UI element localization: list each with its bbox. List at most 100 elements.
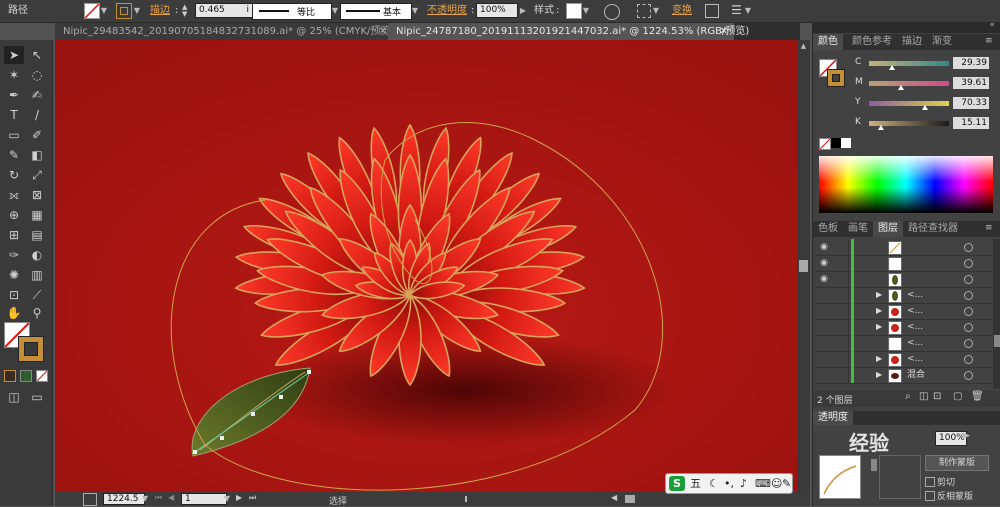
eye-icon[interactable] — [818, 369, 830, 381]
channel-value-field[interactable]: 39.61 — [953, 77, 989, 89]
channel-slider[interactable] — [869, 81, 949, 90]
slider-knob[interactable] — [898, 85, 904, 90]
status-menu-icon[interactable] — [465, 496, 467, 502]
mask-thumbnail[interactable] — [819, 455, 861, 499]
target-icon[interactable] — [964, 323, 973, 332]
opacity-label[interactable]: 不透明度 — [427, 3, 467, 19]
lock-toggle[interactable] — [834, 352, 849, 366]
target-icon[interactable] — [964, 275, 973, 284]
stroke-swatch[interactable] — [116, 3, 132, 19]
scale-tool-icon[interactable]: ⤢ — [27, 166, 47, 184]
chevron-down-icon[interactable]: ▼ — [133, 4, 141, 18]
collapse-icon[interactable]: « — [989, 20, 995, 30]
chevron-right-icon[interactable]: ▶ — [519, 4, 527, 18]
vertical-scrollbar[interactable]: ▲ — [797, 40, 810, 492]
layer-row[interactable]: ▶ <... — [816, 319, 992, 336]
layer-row[interactable]: ▶ <... — [816, 351, 992, 368]
last-page-icon[interactable]: ⏭ — [249, 493, 256, 503]
page-field[interactable]: 1 — [181, 493, 227, 505]
link-icon[interactable] — [871, 459, 877, 471]
transform-label[interactable]: 变换 — [672, 3, 692, 19]
rotate-tool-icon[interactable]: ↻ — [4, 166, 24, 184]
eye-icon[interactable] — [818, 337, 830, 349]
direct-selection-tool-icon[interactable]: ↖ — [27, 46, 47, 64]
type-tool-icon[interactable]: T — [4, 106, 24, 124]
perspective-grid-icon[interactable]: ▦ — [27, 206, 47, 224]
brush-dropdown[interactable]: 基本 — [340, 3, 412, 20]
width-tool-icon[interactable]: ⟗ — [4, 186, 24, 204]
stroke-label[interactable]: 描边 — [150, 3, 170, 19]
eye-icon[interactable] — [818, 305, 830, 317]
target-icon[interactable] — [964, 307, 973, 316]
artboard-canvas[interactable] — [55, 40, 797, 492]
isolate-icon[interactable] — [705, 4, 719, 18]
draw-mode-icon[interactable]: ◫ — [4, 388, 24, 406]
more-icon[interactable]: ☰ — [731, 3, 742, 17]
target-icon[interactable] — [964, 243, 973, 252]
white-swatch[interactable] — [841, 138, 851, 148]
channel-value-field[interactable]: 70.33 — [953, 97, 989, 109]
free-transform-icon[interactable]: ⊠ — [27, 186, 47, 204]
chevron-down-icon[interactable]: ▼ — [652, 4, 660, 18]
artboard-tool-icon[interactable]: ⊡ — [4, 286, 24, 304]
color-spectrum[interactable] — [819, 156, 993, 213]
mesh-tool-icon[interactable]: ⊞ — [4, 226, 24, 244]
lock-toggle[interactable] — [834, 368, 849, 382]
hand-tool-icon[interactable]: ✋ — [4, 304, 24, 322]
screen-mode-icon[interactable]: ▭ — [27, 388, 47, 406]
tab-layers[interactable]: 图层 — [873, 221, 903, 237]
clip-checkbox[interactable] — [925, 477, 935, 487]
eye-icon[interactable] — [818, 289, 830, 301]
target-icon[interactable] — [964, 339, 973, 348]
first-page-icon[interactable]: ⏮ — [155, 493, 162, 503]
layer-row[interactable]: ▶ <... — [816, 287, 992, 304]
symbol-sprayer-icon[interactable]: ✺ — [4, 266, 24, 284]
eraser-icon[interactable]: ◧ — [27, 146, 47, 164]
tab-color-guide[interactable]: 颜色参考 — [847, 34, 897, 50]
target-icon[interactable] — [964, 371, 973, 380]
chevron-down-icon[interactable]: ▼ — [100, 4, 108, 18]
align-icon[interactable] — [637, 4, 651, 18]
pencil-icon[interactable]: ✎ — [4, 146, 24, 164]
slice-tool-icon[interactable]: ⟋ — [27, 286, 47, 304]
expand-arrow-icon[interactable]: ▶ — [876, 367, 882, 383]
layer-row[interactable]: ◉ — [816, 255, 992, 272]
zoom-tool-icon[interactable]: ⚲ — [27, 304, 47, 322]
tab-document-2[interactable]: Nipic_24787180_20191113201921447032.ai* … — [388, 23, 749, 40]
blend-tool-icon[interactable]: ◐ — [27, 246, 47, 264]
chevron-down-icon[interactable]: ▼ — [582, 4, 590, 18]
eye-icon[interactable]: ◉ — [818, 273, 830, 285]
lock-toggle[interactable] — [834, 320, 849, 334]
tab-color[interactable]: 颜色 — [813, 34, 843, 50]
expand-arrow-icon[interactable]: ▶ — [876, 319, 882, 335]
layer-row[interactable]: ◉ — [816, 239, 992, 256]
new-layer-icon[interactable]: ▢ — [953, 391, 962, 402]
tools-icon[interactable]: ✎ — [782, 476, 791, 491]
shape-builder-icon[interactable]: ⊕ — [4, 206, 24, 224]
expand-arrow-icon[interactable]: ▶ — [876, 351, 882, 367]
next-page-icon[interactable]: ▶ — [236, 493, 242, 502]
invert-mask-checkbox[interactable] — [925, 491, 935, 501]
chevron-right-icon[interactable]: ▶ — [963, 431, 970, 441]
new-sublayer-icon[interactable]: ⊡ — [933, 391, 941, 402]
chevron-up-icon[interactable]: ▲ — [798, 42, 809, 52]
panel-menu-icon[interactable]: ≡ — [985, 36, 993, 46]
magic-wand-icon[interactable]: ✶ — [4, 66, 24, 84]
eye-icon[interactable]: ◉ — [818, 241, 830, 253]
channel-slider[interactable] — [869, 121, 949, 130]
tab-gradient[interactable]: 渐变 — [927, 34, 957, 50]
eyedropper-icon[interactable]: ✑ — [4, 246, 24, 264]
ime-logo-icon[interactable]: S — [669, 476, 685, 491]
chevron-down-icon[interactable]: ▼ — [331, 4, 339, 18]
eye-icon[interactable] — [818, 321, 830, 333]
chevron-down-icon[interactable]: ▼ — [411, 4, 419, 18]
column-graph-icon[interactable]: ▥ — [27, 266, 47, 284]
chevron-down-icon[interactable]: ▼ — [744, 4, 752, 18]
punctuation-icon[interactable]: •, — [724, 476, 734, 491]
lasso-icon[interactable]: ◌ — [27, 66, 47, 84]
tab-swatches[interactable]: 色板 — [813, 221, 843, 237]
pen-tool-icon[interactable]: ✒ — [4, 86, 24, 104]
clipping-mask-icon[interactable]: ◫ — [919, 391, 928, 402]
tab-stroke[interactable]: 描边 — [897, 34, 927, 50]
lock-toggle[interactable] — [834, 288, 849, 302]
